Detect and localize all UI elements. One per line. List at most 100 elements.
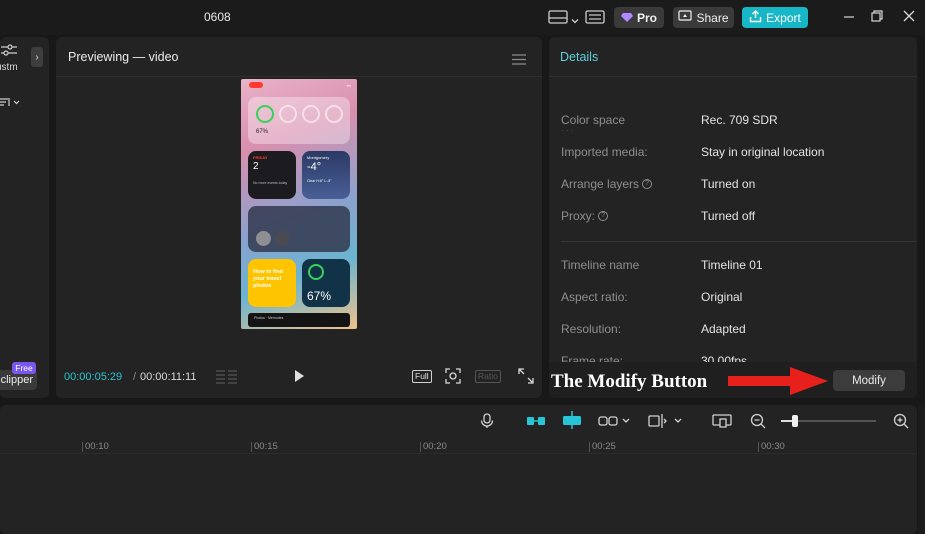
minimize-icon[interactable] [841,8,857,24]
maximize-icon[interactable] [869,8,885,24]
battery-ring [308,264,324,280]
weather-temp: -4° [307,161,322,173]
phone-status-indicator [249,82,263,88]
layout-icon[interactable] [548,9,568,30]
battery-percent-large: 67% [307,289,332,303]
ruler-tick: 00:15 [251,442,278,452]
timeline-vertical-scrollbar[interactable] [918,405,925,534]
annotation-label: The Modify Button [551,371,708,392]
detail-label-text: Arrange layers [561,177,640,191]
sort-filter-icon[interactable] [0,95,22,113]
detail-row: Arrange layers ? Turned on [561,177,911,195]
play-icon[interactable] [292,369,306,388]
pro-label: Pro [636,10,657,25]
battery-ring [279,105,297,123]
share-screen-icon [678,10,693,25]
annotation-arrow-icon [728,367,828,395]
details-scroll-area[interactable]: · · · Color space Rec. 709 SDR Imported … [549,78,917,362]
fullscreen-icon[interactable] [518,368,534,389]
timeline-ruler[interactable]: 00:10 00:15 00:20 00:25 00:30 [0,438,917,454]
modify-button[interactable]: Modify [833,370,905,391]
diamond-gem-icon [620,11,633,25]
detail-value: Stay in original location [701,145,825,159]
adjustment-sliders-icon[interactable] [1,42,17,63]
phone-dock: Photos · Memories [248,313,350,327]
detail-value: Adapted [701,322,746,336]
main-track-magnet-icon[interactable] [526,413,546,434]
calendar-day: FRIDAY [253,155,268,160]
detail-label: Resolution: [561,322,622,336]
detail-label: Aspect ratio: [561,290,628,304]
details-panel: Details · · · Color space Rec. 709 SDR I… [549,37,917,398]
preview-header: Previewing — video [56,37,542,77]
detail-value: 30.00fps [701,354,748,362]
battery-large-widget: 67% [302,259,350,307]
zoom-slider-handle[interactable] [792,415,798,427]
preview-axis-icon[interactable] [648,413,684,434]
tips-text: How to find your travel photos [253,269,283,289]
export-button[interactable]: Export [742,7,808,28]
calendar-widget: FRIDAY 2 No more events today [248,151,296,199]
microphone-icon[interactable] [480,413,494,434]
detail-label-text: Proxy: [561,209,596,223]
calendar-date: 2 [253,161,259,172]
battery-widget: 67% [248,97,350,144]
help-icon[interactable]: ? [642,179,653,189]
calendar-events: No more events today [253,181,288,185]
detail-value: Original [701,290,743,304]
ratio-button[interactable]: Ratio [475,370,501,383]
left-panel: ustm › clipper Free [0,37,49,398]
zoom-in-icon[interactable] [893,413,909,434]
shortcuts-keyboard-icon[interactable] [585,9,605,30]
detail-label: Timeline name [561,258,640,272]
timeline-toolbar [0,405,917,437]
phone-status-icons: ▪▪▪ [346,83,351,88]
battery-ring [302,105,320,123]
detail-row: Imported media: Stay in original locatio… [561,145,911,163]
layout-dropdown-chevron-icon[interactable] [571,12,579,30]
detail-row: Frame rate: 30.00fps [561,354,911,362]
tips-widget: How to find your travel photos [248,259,296,307]
grid-view-icon[interactable] [216,369,238,390]
detail-label: Color space [561,113,626,127]
pro-button[interactable]: Pro [614,7,664,28]
adjustment-tab-label[interactable]: ustm [0,62,18,73]
link-clips-icon[interactable] [598,413,630,434]
contact-avatar [275,231,290,246]
ruler-tick: 00:30 [758,442,785,452]
ruler-tick: 00:25 [589,442,616,452]
detail-value: Timeline 01 [701,258,763,272]
detail-label: Arrange layers ? [561,177,653,191]
share-button[interactable]: Share [673,7,734,28]
contact-avatar [256,231,271,246]
close-icon[interactable] [901,8,917,24]
section-divider [561,241,917,242]
title-bar: 0608 Pro Share Export [0,0,925,35]
detail-row: Resolution: Adapted [561,322,911,340]
zoom-out-icon[interactable] [750,413,766,434]
time-separator: / [133,371,137,383]
focus-frame-icon[interactable] [445,368,461,389]
menu-hamburger-icon[interactable] [512,52,526,70]
detail-label: Frame rate: [561,354,624,362]
contacts-widget [248,206,350,252]
share-label: Share [696,10,729,25]
battery-ring [325,105,343,123]
full-quality-button[interactable]: Full [412,370,432,383]
detail-row: Color space Rec. 709 SDR [561,113,911,131]
detail-row: Proxy: ? Turned off [561,209,911,227]
preview-panel: Previewing — video ▪▪▪ 67% FRIDAY 2 No m… [56,37,542,398]
help-icon[interactable]: ? [598,211,609,221]
video-preview-frame[interactable]: ▪▪▪ 67% FRIDAY 2 No more events today Mo… [241,79,357,329]
expand-panel-chevron-icon[interactable]: › [31,47,43,67]
weather-desc: Clear H:6° L:-5° [307,179,332,183]
battery-ring [256,105,274,123]
detail-value: Turned off [701,209,756,223]
dock-text: Photos · Memories [254,316,284,320]
battery-percent-small: 67% [256,129,269,135]
detail-row: Timeline name Timeline 01 [561,258,911,276]
free-badge: Free [12,362,36,374]
auto-snap-icon[interactable] [561,411,583,434]
preview-window-icon[interactable] [712,413,732,434]
total-time: 00:00:11:11 [140,371,197,383]
